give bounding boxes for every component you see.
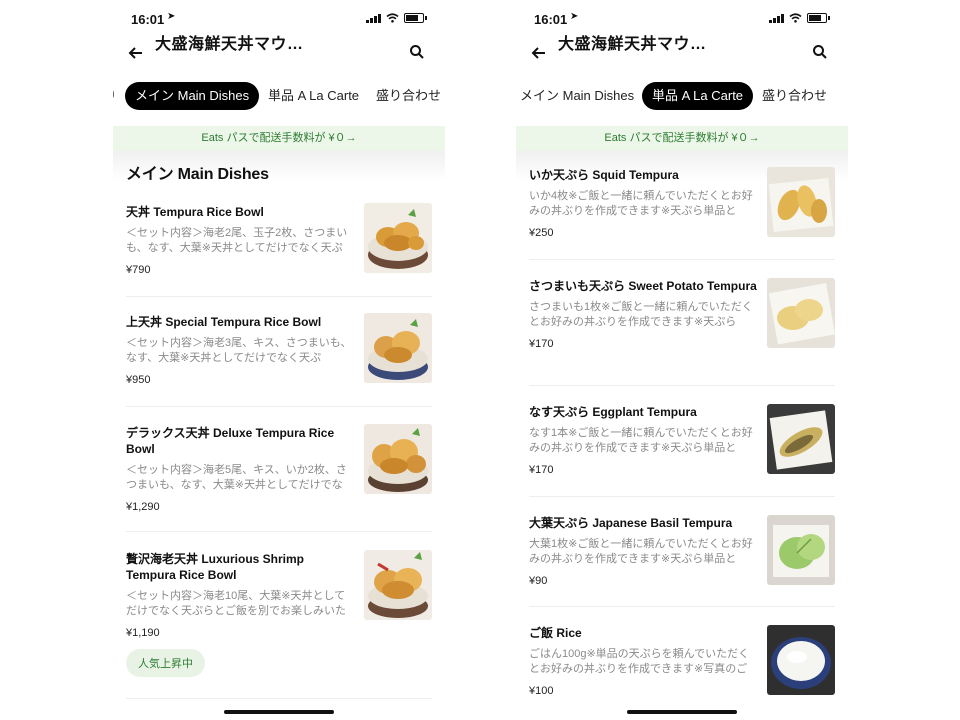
item-description: ごはん100g※単品の天ぷらを頼んでいただくとお好みの丼ぶりを作成できます※写真…	[529, 648, 750, 675]
item-name: いか天ぷら Squid Tempura	[529, 168, 679, 182]
phone-screen-a-la-carte: 16:01 ➤ 大盛海鮮天丼マウ… メイン Main Dishes 単品 A L…	[516, 0, 848, 720]
item-description: ＜セット内容＞海老10尾、大葉※天丼としてだけでなく天ぷらとご飯を別でお楽しみい…	[126, 590, 346, 617]
divider	[529, 496, 835, 497]
item-name: ご飯 Rice	[529, 626, 582, 640]
item-description: いか4枚※ご飯と一緒に頼んでいただくとお好みの丼ぶりを作成できます※天ぷら単品と	[529, 190, 753, 217]
battery-icon	[404, 13, 424, 23]
item-photo-luxurious-shrimp-bowl	[364, 550, 432, 620]
item-name: 天丼 Tempura Rice Bowl	[126, 205, 264, 219]
item-photo-basil-tempura	[767, 515, 835, 585]
category-tabs: メイン Main Dishes 単品 A La Carte 盛り合わせ	[516, 82, 848, 112]
menu-item[interactable]: 大葉天ぷら Japanese Basil Tempura 大葉1枚※ご飯と一緒に…	[529, 515, 835, 587]
location-arrow-icon: ➤	[570, 11, 579, 22]
menu-item[interactable]: さつまいも天ぷら Sweet Potato Tempura さつまいも1枚※ご飯…	[529, 278, 835, 350]
item-description: ＜セット内容＞海老5尾、キス、いか2枚、さつまいも、なす、大葉※天丼としてだけで…	[126, 464, 347, 491]
item-description: なす1本※ご飯と一緒に頼んでいただくとお好みの丼ぶりを作成できます※天ぷら単品と	[529, 427, 753, 454]
status-time: 16:01	[534, 12, 568, 27]
item-description: 大葉1枚※ご飯と一緒に頼んでいただくとお好みの丼ぶりを作成できます※天ぷら単品と	[529, 538, 753, 565]
item-photo-eggplant-tempura	[767, 404, 835, 474]
divider	[529, 385, 835, 386]
tab-a-la-carte[interactable]: 単品 A La Carte	[642, 82, 754, 110]
item-description: さつまいも1枚※ご飯と一緒に頼んでいただくとお好みの丼ぶりを作成できます※天ぷら	[529, 301, 753, 328]
home-indicator	[627, 710, 737, 714]
divider	[126, 698, 432, 699]
menu-item[interactable]: ご飯 Rice ごはん100g※単品の天ぷらを頼んでいただくとお好みの丼ぶりを作…	[529, 625, 835, 697]
section-title: メイン Main Dishes	[126, 166, 269, 183]
status-bar: 16:01 ➤	[131, 10, 427, 30]
status-icons	[366, 13, 427, 23]
item-name: なす天ぷら Eggplant Tempura	[529, 405, 697, 419]
tab-main-dishes[interactable]: メイン Main Dishes	[516, 82, 644, 110]
battery-icon	[807, 13, 827, 23]
divider	[529, 259, 835, 260]
home-indicator	[224, 710, 334, 714]
cellular-signal-icon	[366, 13, 381, 23]
tab-overflow-left: )	[113, 88, 115, 100]
tab-assortment[interactable]: 盛り合わせ	[366, 82, 445, 110]
tab-assortment[interactable]: 盛り合わせ	[752, 82, 837, 110]
location-arrow-icon: ➤	[167, 11, 176, 22]
menu-item[interactable]: 天丼 Tempura Rice Bowl ＜セット内容＞海老2尾、玉子2枚、さつ…	[126, 203, 432, 276]
back-arrow-icon[interactable]	[530, 44, 548, 62]
eats-pass-banner[interactable]: Eats パスで配送手数料が ¥０→	[516, 126, 848, 151]
eats-pass-banner[interactable]: Eats パスで配送手数料が ¥０→	[113, 126, 445, 151]
item-name: さつまいも天ぷら Sweet Potato Tempura	[529, 279, 757, 293]
search-icon[interactable]	[812, 44, 828, 60]
tab-main-dishes[interactable]: メイン Main Dishes	[125, 82, 260, 110]
item-name: 贅沢海老天丼 Luxurious Shrimp Tempura Rice Bow…	[126, 552, 305, 582]
item-photo-tempura-bowl	[364, 203, 432, 273]
store-title: 大盛海鮮天丼マウ…	[155, 36, 304, 53]
menu-item[interactable]: 上天丼 Special Tempura Rice Bowl ＜セット内容＞海老3…	[126, 313, 432, 386]
popular-badge: 人気上昇中	[126, 649, 205, 677]
divider	[529, 606, 835, 607]
menu-item[interactable]: いか天ぷら Squid Tempura いか4枚※ご飯と一緒に頼んでいただくとお…	[529, 167, 835, 239]
tab-a-la-carte[interactable]: 単品 A La Carte	[258, 82, 369, 110]
item-photo-sweet-potato-tempura	[767, 278, 835, 348]
menu-item[interactable]: 贅沢海老天丼 Luxurious Shrimp Tempura Rice Bow…	[126, 550, 432, 677]
search-icon[interactable]	[409, 44, 425, 60]
back-arrow-icon[interactable]	[127, 44, 145, 62]
status-bar: 16:01 ➤	[534, 10, 830, 30]
divider	[126, 406, 432, 407]
wifi-icon	[386, 13, 399, 23]
status-icons	[769, 13, 830, 23]
divider	[126, 531, 432, 532]
phone-screen-main-dishes: 16:01 ➤ 大盛海鮮天丼マウ… ) メイン Main Dishes 単品 A…	[113, 0, 445, 720]
divider	[126, 296, 432, 297]
status-time: 16:01	[131, 12, 165, 27]
item-photo-deluxe-tempura-bowl	[364, 424, 432, 494]
item-description: ＜セット内容＞海老2尾、玉子2枚、さつまいも、なす、大葉※天丼としてだけでなく天…	[126, 227, 348, 254]
wifi-icon	[789, 13, 802, 23]
item-price: ¥1,290	[126, 501, 160, 513]
item-photo-special-tempura-bowl	[364, 313, 432, 383]
item-name: 大葉天ぷら Japanese Basil Tempura	[529, 516, 733, 530]
item-description: ＜セット内容＞海老3尾、キス、さつまいも、なす、大葉※天丼としてだけでなく天ぷ	[126, 337, 352, 364]
cellular-signal-icon	[769, 13, 784, 23]
item-photo-squid-tempura	[767, 167, 835, 237]
item-photo-rice	[767, 625, 835, 695]
store-title: 大盛海鮮天丼マウ…	[558, 36, 707, 53]
menu-item[interactable]: デラックス天丼 Deluxe Tempura Rice Bowl ＜セット内容＞…	[126, 424, 432, 513]
menu-item[interactable]: なす天ぷら Eggplant Tempura なす1本※ご飯と一緒に頼んでいただ…	[529, 404, 835, 476]
item-name: デラックス天丼 Deluxe Tempura Rice Bowl	[126, 426, 335, 456]
category-tabs: ) メイン Main Dishes 単品 A La Carte 盛り合わせ	[113, 82, 445, 112]
item-price: ¥1,190	[126, 627, 160, 639]
item-name: 上天丼 Special Tempura Rice Bowl	[126, 315, 322, 329]
